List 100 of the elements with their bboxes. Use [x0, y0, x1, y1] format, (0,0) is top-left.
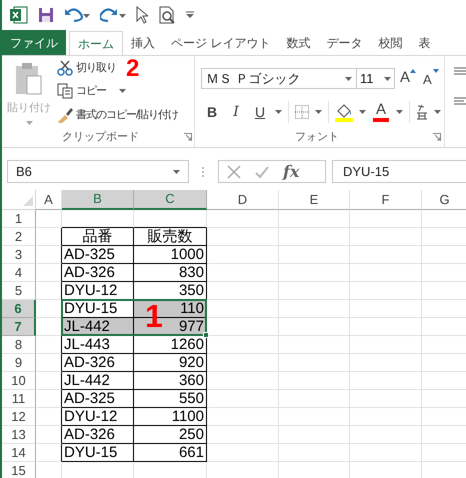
pointer-icon[interactable]	[136, 6, 148, 24]
redo-icon[interactable]	[100, 7, 126, 23]
row-header[interactable]: 13	[2, 426, 36, 444]
format-painter-button[interactable]: 書式のコピー/貼り付け	[57, 107, 178, 124]
copy-icon	[57, 83, 73, 100]
ribbon-tab[interactable]: 挿入	[123, 30, 163, 55]
column-header[interactable]: E	[279, 190, 350, 210]
caret-icon[interactable]	[434, 110, 441, 114]
cut-button[interactable]: 切り取り	[57, 60, 116, 76]
formula-field[interactable]: DYU-15	[332, 160, 466, 183]
row-header[interactable]: 8	[2, 336, 36, 354]
row-header[interactable]: 3	[2, 246, 36, 264]
ribbon-tab[interactable]: 表	[410, 30, 438, 55]
shrink-font-button[interactable]: A	[423, 70, 432, 90]
ribbon-tab[interactable]: 校閲	[370, 30, 410, 55]
font-size-dropdown[interactable]: 11	[356, 68, 395, 89]
paintbrush-icon	[57, 107, 73, 124]
table-cell[interactable]: 1260	[134, 336, 207, 354]
dialog-launcher-icon[interactable]	[184, 133, 192, 141]
group-label: クリップボード	[62, 130, 139, 145]
dialog-launcher-icon[interactable]	[433, 133, 441, 141]
table-cell[interactable]: JL-443	[62, 336, 134, 354]
caret-icon	[119, 89, 126, 94]
row-header[interactable]: 14	[2, 444, 36, 462]
table-cell[interactable]: 920	[134, 354, 207, 372]
font-name-dropdown[interactable]: ＭＳ Ｐゴシック	[201, 68, 357, 89]
table-cell[interactable]: AD-325	[62, 390, 134, 408]
table-cell[interactable]: 830	[134, 264, 207, 282]
caret-icon	[173, 170, 180, 174]
annotation-number: 2	[126, 55, 140, 83]
row-header[interactable]: 5	[2, 282, 36, 300]
row-header[interactable]: 12	[2, 408, 36, 426]
column-header[interactable]: C	[134, 190, 207, 210]
table-cell[interactable]: DYU-15	[62, 300, 134, 318]
undo-icon[interactable]	[64, 7, 90, 23]
paste-label: 貼り付け	[7, 101, 51, 116]
ribbon-tab[interactable]: データ	[318, 30, 370, 55]
table-cell[interactable]: DYU-12	[62, 408, 134, 426]
table-cell[interactable]: 250	[134, 426, 207, 444]
ribbon-tab[interactable]: ページ レイアウト	[163, 30, 278, 55]
table-cell[interactable]: AD-325	[62, 246, 134, 264]
table-cell[interactable]: DYU-12	[62, 282, 134, 300]
table-cell[interactable]: AD-326	[62, 426, 134, 444]
copy-button[interactable]: コピー	[57, 83, 126, 100]
file-tab[interactable]: ファイル	[2, 30, 66, 55]
down-triangle-icon	[433, 69, 439, 73]
caret-icon[interactable]	[275, 110, 282, 114]
scissors-icon	[57, 60, 73, 76]
row-header[interactable]: 9	[2, 354, 36, 372]
caret-icon[interactable]	[359, 110, 366, 114]
row-header[interactable]: 4	[2, 264, 36, 282]
ribbon-tab[interactable]: 数式	[278, 30, 318, 55]
customize-caret-icon[interactable]	[186, 11, 194, 19]
caret-icon[interactable]	[396, 110, 403, 114]
group-label: フォント	[295, 130, 339, 145]
underline-button[interactable]: U	[251, 102, 269, 122]
italic-button[interactable]: I	[227, 102, 245, 122]
caret-icon	[26, 120, 32, 124]
table-cell[interactable]: AD-326	[62, 354, 134, 372]
column-header[interactable]: D	[207, 190, 279, 210]
table-cell[interactable]: 品番	[62, 228, 134, 246]
fill-color-icon[interactable]	[335, 102, 353, 122]
column-header[interactable]: A	[36, 190, 62, 210]
table-cell[interactable]: 550	[134, 390, 207, 408]
row-header[interactable]: 10	[2, 372, 36, 390]
table-cell[interactable]: DYU-15	[62, 444, 134, 462]
up-triangle-icon	[410, 69, 416, 73]
name-box[interactable]: B6	[7, 160, 189, 183]
table-cell[interactable]: AD-326	[62, 264, 134, 282]
row-header[interactable]: 11	[2, 390, 36, 408]
table-cell[interactable]: 1100	[134, 408, 207, 426]
insert-function-button[interactable]: fx	[283, 160, 300, 184]
row-header[interactable]: 1	[2, 210, 36, 228]
column-header[interactable]: B	[62, 190, 134, 210]
checkmark-icon[interactable]	[255, 164, 269, 178]
table-cell[interactable]: JL-442	[62, 372, 134, 390]
table-cell[interactable]: 661	[134, 444, 207, 462]
select-all-icon[interactable]	[23, 196, 33, 206]
cancel-icon[interactable]	[227, 164, 241, 178]
caret-icon	[384, 76, 391, 80]
column-header[interactable]: F	[350, 190, 422, 210]
save-icon[interactable]	[38, 7, 54, 23]
caret-icon	[345, 76, 352, 80]
bold-button[interactable]: B	[203, 102, 221, 122]
grow-font-button[interactable]: A	[400, 68, 410, 88]
table-cell[interactable]: 販売数	[134, 228, 207, 246]
row-header[interactable]: 6	[2, 300, 36, 318]
ribbon-tab[interactable]: ホーム	[69, 31, 123, 56]
table-cell[interactable]: 1000	[134, 246, 207, 264]
row-header[interactable]: 7	[2, 318, 36, 336]
print-preview-icon[interactable]	[158, 6, 176, 24]
row-header[interactable]: 2	[2, 228, 36, 246]
excel-logo-icon	[10, 6, 28, 24]
caret-icon[interactable]	[315, 110, 322, 114]
phonetic-guide-icon[interactable]	[416, 104, 428, 120]
borders-icon[interactable]	[295, 105, 309, 119]
fill-handle[interactable]	[203, 332, 209, 338]
table-cell[interactable]: 360	[134, 372, 207, 390]
font-color-button[interactable]: A	[372, 102, 390, 122]
grip-icon	[201, 166, 205, 178]
